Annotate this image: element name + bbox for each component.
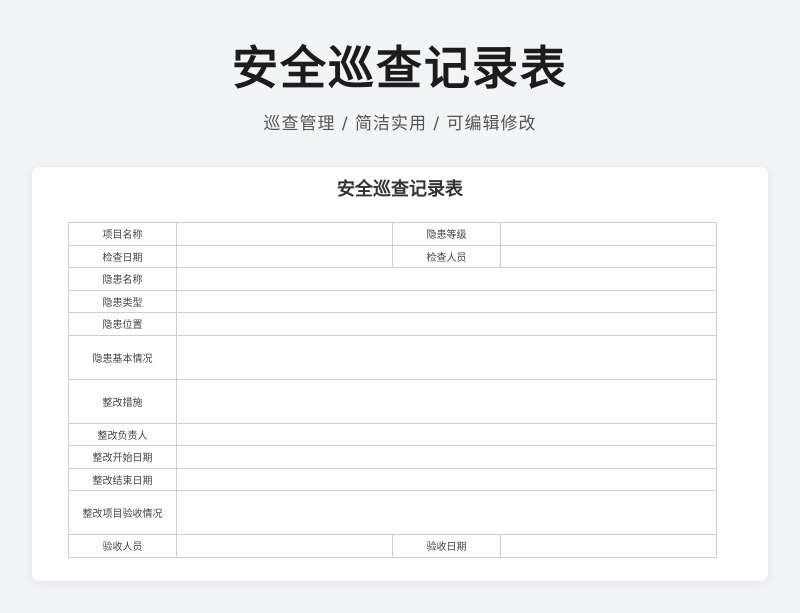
hazard-level-field[interactable] [500, 222, 717, 246]
table-row: 整改措施 [68, 378, 717, 424]
table-row: 整改结束日期 [68, 467, 717, 491]
inspector-label: 检查人员 [392, 244, 501, 268]
rectification-end-date-field[interactable] [176, 467, 717, 491]
rectification-measures-field[interactable] [176, 378, 717, 424]
hazard-name-field[interactable] [176, 267, 717, 291]
rectification-start-date-field[interactable] [176, 445, 717, 469]
table-row: 验收人员 验收日期 [68, 534, 717, 558]
project-name-label: 项目名称 [68, 222, 177, 246]
page-subtitle: 巡查管理 / 简洁实用 / 可编辑修改 [263, 114, 537, 134]
inspection-date-field[interactable] [176, 244, 393, 268]
rectification-end-date-label: 整改结束日期 [68, 467, 177, 491]
hazard-type-field[interactable] [176, 289, 717, 313]
acceptance-status-field[interactable] [176, 490, 717, 535]
rectification-measures-label: 整改措施 [68, 378, 177, 424]
hazard-location-field[interactable] [176, 312, 717, 336]
hazard-basic-info-label: 隐患基本情况 [68, 334, 177, 380]
rectification-owner-label: 整改负责人 [68, 422, 177, 446]
rectification-owner-field[interactable] [176, 422, 717, 446]
table-row: 隐患名称 [68, 267, 717, 291]
hazard-level-label: 隐患等级 [392, 222, 501, 246]
table-row: 检查日期 检查人员 [68, 244, 717, 268]
table-row: 隐患基本情况 [68, 334, 717, 380]
rectification-start-date-label: 整改开始日期 [68, 445, 177, 469]
hazard-type-label: 隐患类型 [68, 289, 177, 313]
form-card: 安全巡查记录表 项目名称 隐患等级 检查日期 检查人员 隐患名称 隐患类型 隐患… [32, 167, 768, 581]
hazard-name-label: 隐患名称 [68, 267, 177, 291]
acceptance-date-label: 验收日期 [392, 534, 501, 558]
table-row: 隐患类型 [68, 289, 717, 313]
form-title: 安全巡查记录表 [337, 179, 463, 200]
page-title: 安全巡查记录表 [232, 41, 568, 95]
acceptance-status-label: 整改项目验收情况 [68, 490, 177, 535]
table-row: 项目名称 隐患等级 [68, 222, 717, 246]
acceptance-person-field[interactable] [176, 534, 393, 558]
project-name-field[interactable] [176, 222, 393, 246]
inspector-field[interactable] [500, 244, 717, 268]
acceptance-date-field[interactable] [500, 534, 717, 558]
inspection-form-table: 项目名称 隐患等级 检查日期 检查人员 隐患名称 隐患类型 隐患位置 隐患基本情… [68, 222, 717, 558]
inspection-date-label: 检查日期 [68, 244, 177, 268]
table-row: 隐患位置 [68, 312, 717, 336]
table-row: 整改开始日期 [68, 445, 717, 469]
hazard-location-label: 隐患位置 [68, 312, 177, 336]
hazard-basic-info-field[interactable] [176, 334, 717, 380]
table-row: 整改项目验收情况 [68, 490, 717, 535]
acceptance-person-label: 验收人员 [68, 534, 177, 558]
table-row: 整改负责人 [68, 422, 717, 446]
